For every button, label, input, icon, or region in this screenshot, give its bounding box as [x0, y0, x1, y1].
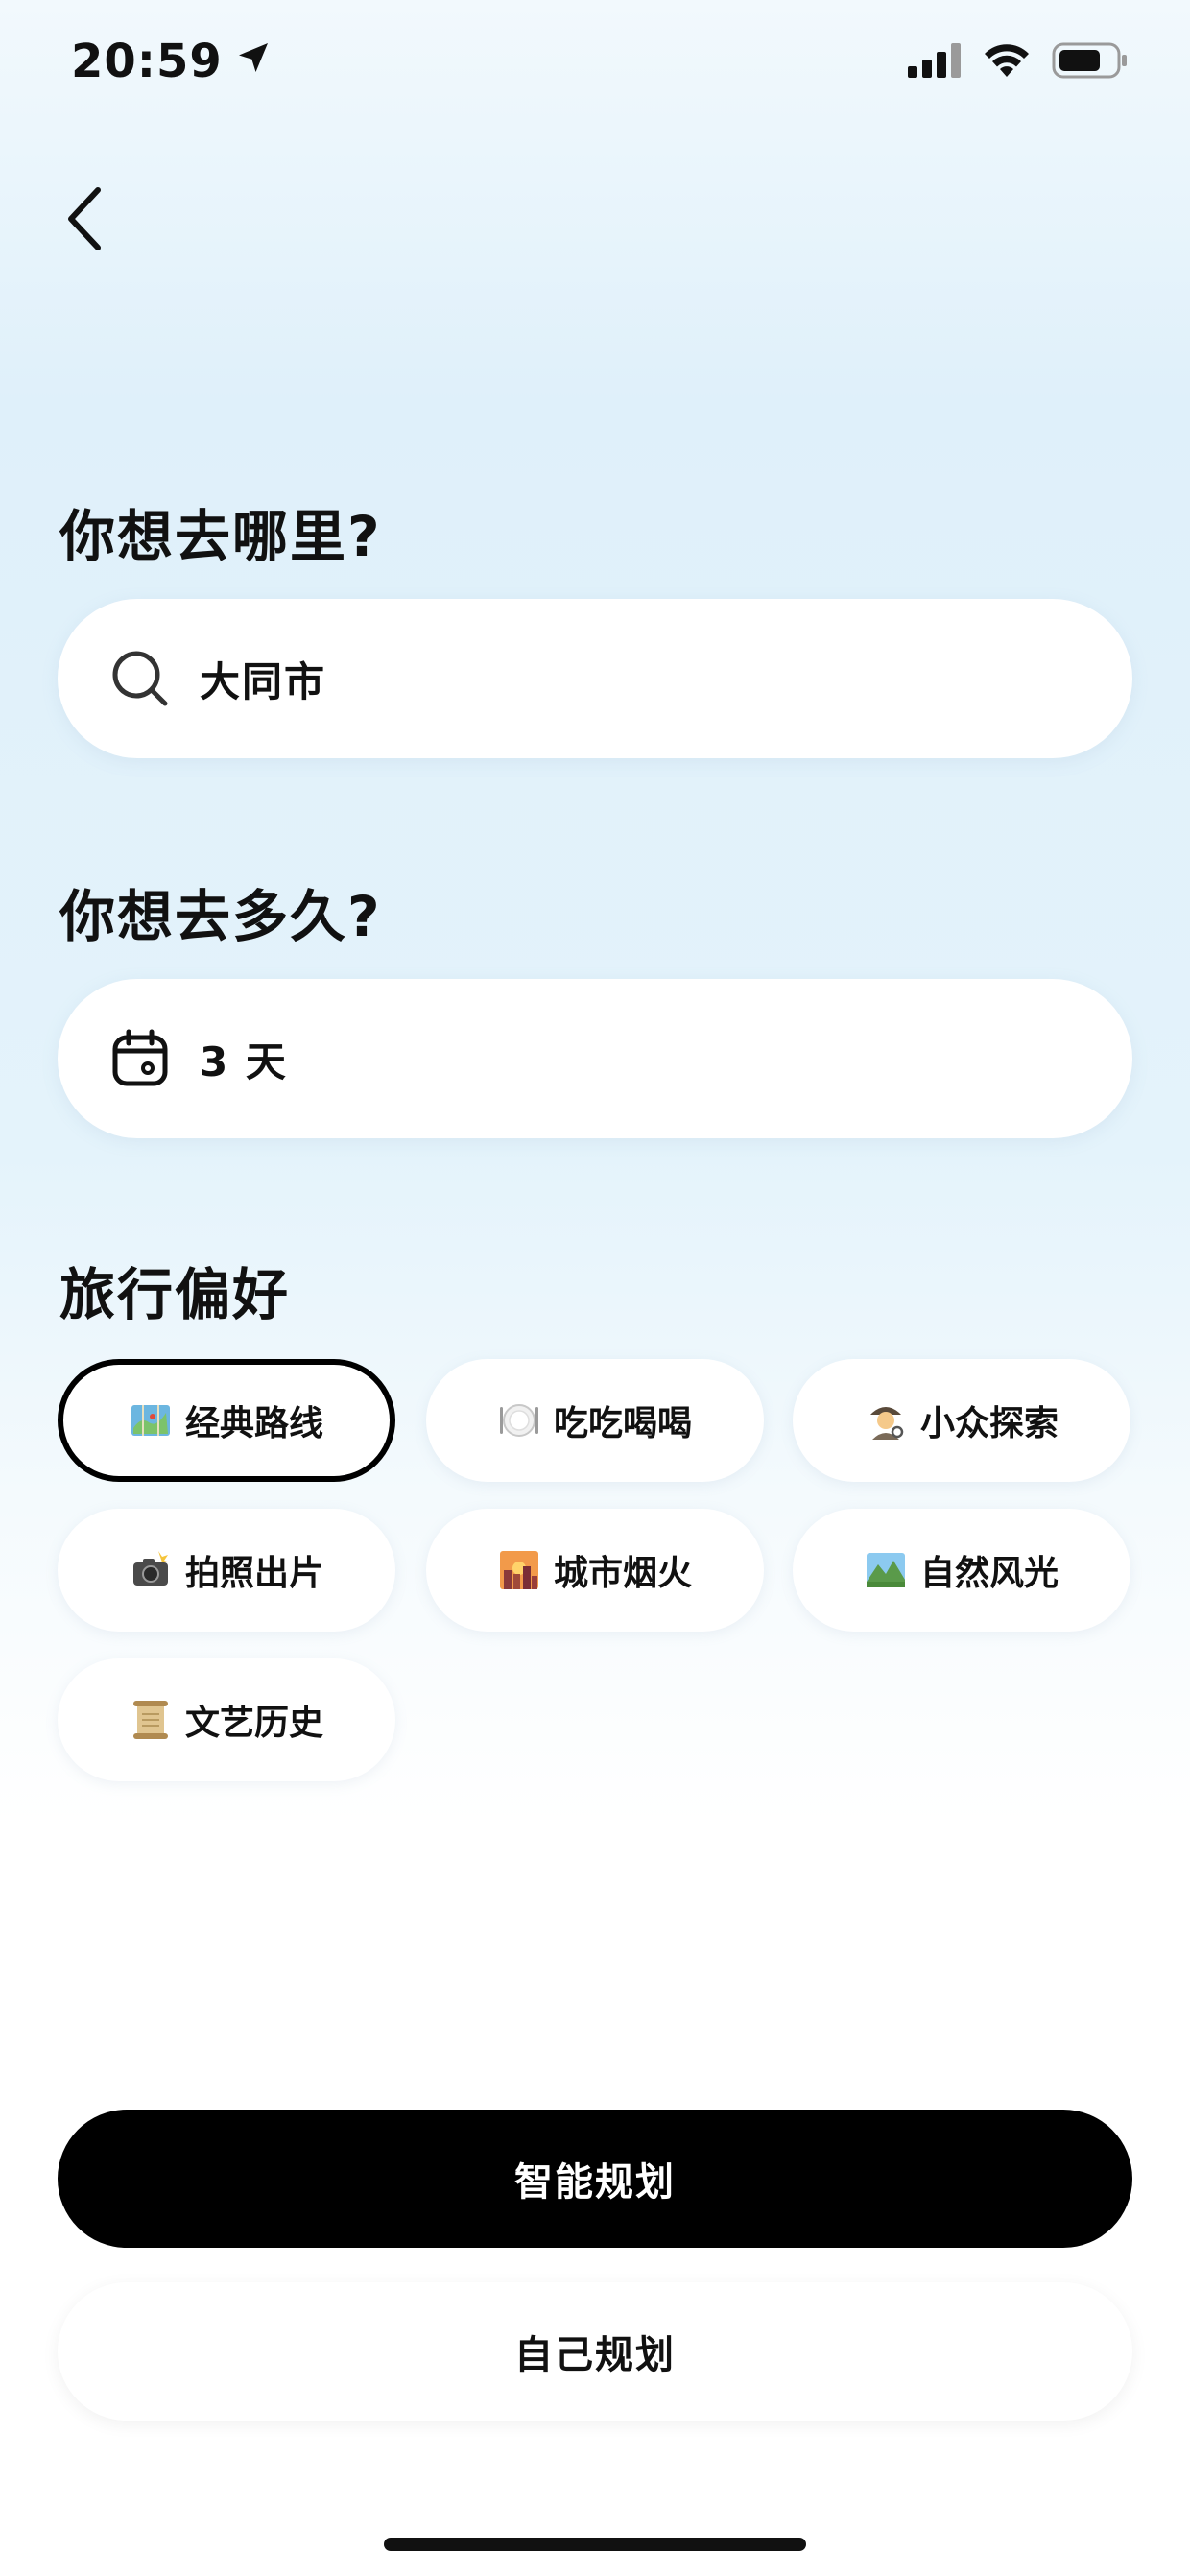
plate-emoji-icon: [498, 1399, 540, 1442]
back-button[interactable]: [56, 180, 109, 257]
preference-chip-label: 自然风光: [919, 1554, 1059, 1593]
chevron-left-icon: [56, 187, 109, 261]
duration-value: 3 天: [200, 1038, 288, 1085]
status-bar-indicators: [908, 42, 1129, 83]
preference-chip-label: 经典路线: [184, 1404, 323, 1443]
preferences-title: 旅行偏好: [60, 1262, 291, 1327]
camera-flash-emoji-icon: [130, 1549, 172, 1591]
preference-chip-label: 拍照出片: [184, 1554, 323, 1593]
preference-chip-photo[interactable]: 拍照出片: [58, 1509, 395, 1632]
preference-chip-nature[interactable]: 自然风光: [793, 1509, 1130, 1632]
preference-chip-city[interactable]: 城市烟火: [426, 1509, 764, 1632]
location-arrow-icon: [234, 35, 273, 88]
duration-title: 你想去多久?: [60, 884, 382, 949]
preference-chip-food[interactable]: 吃吃喝喝: [426, 1359, 764, 1482]
landscape-emoji-icon: [865, 1549, 907, 1591]
wifi-icon: [983, 42, 1031, 83]
search-icon: [109, 648, 171, 709]
preference-chip-label: 城市烟火: [553, 1554, 692, 1593]
scroll-emoji-icon: [130, 1699, 172, 1741]
preference-chip-niche[interactable]: 小众探索: [793, 1359, 1130, 1482]
destination-search-field[interactable]: 大同市: [58, 599, 1132, 758]
city-sunset-emoji-icon: [498, 1549, 540, 1591]
preference-chip-label: 小众探索: [919, 1404, 1059, 1443]
map-emoji-icon: [130, 1399, 172, 1442]
detective-emoji-icon: [865, 1399, 907, 1442]
battery-icon: [1052, 42, 1129, 83]
destination-title: 你想去哪里?: [60, 504, 382, 569]
calendar-icon: [109, 1028, 171, 1089]
preference-chip-culture-history[interactable]: 文艺历史: [58, 1658, 395, 1781]
preference-chip-label: 吃吃喝喝: [553, 1404, 692, 1443]
home-indicator[interactable]: [384, 2538, 806, 2551]
preference-chip-label: 文艺历史: [184, 1704, 323, 1743]
status-time-text: 20:59: [71, 35, 223, 88]
preference-chip-classic-route[interactable]: 经典路线: [58, 1359, 395, 1482]
smart-plan-button[interactable]: 智能规划: [58, 2110, 1132, 2248]
status-bar-time: 20:59: [71, 35, 273, 88]
cellular-signal-icon: [908, 43, 962, 82]
destination-value: 大同市: [200, 657, 327, 705]
self-plan-button[interactable]: 自己规划: [58, 2282, 1132, 2421]
duration-field[interactable]: 3 天: [58, 979, 1132, 1138]
